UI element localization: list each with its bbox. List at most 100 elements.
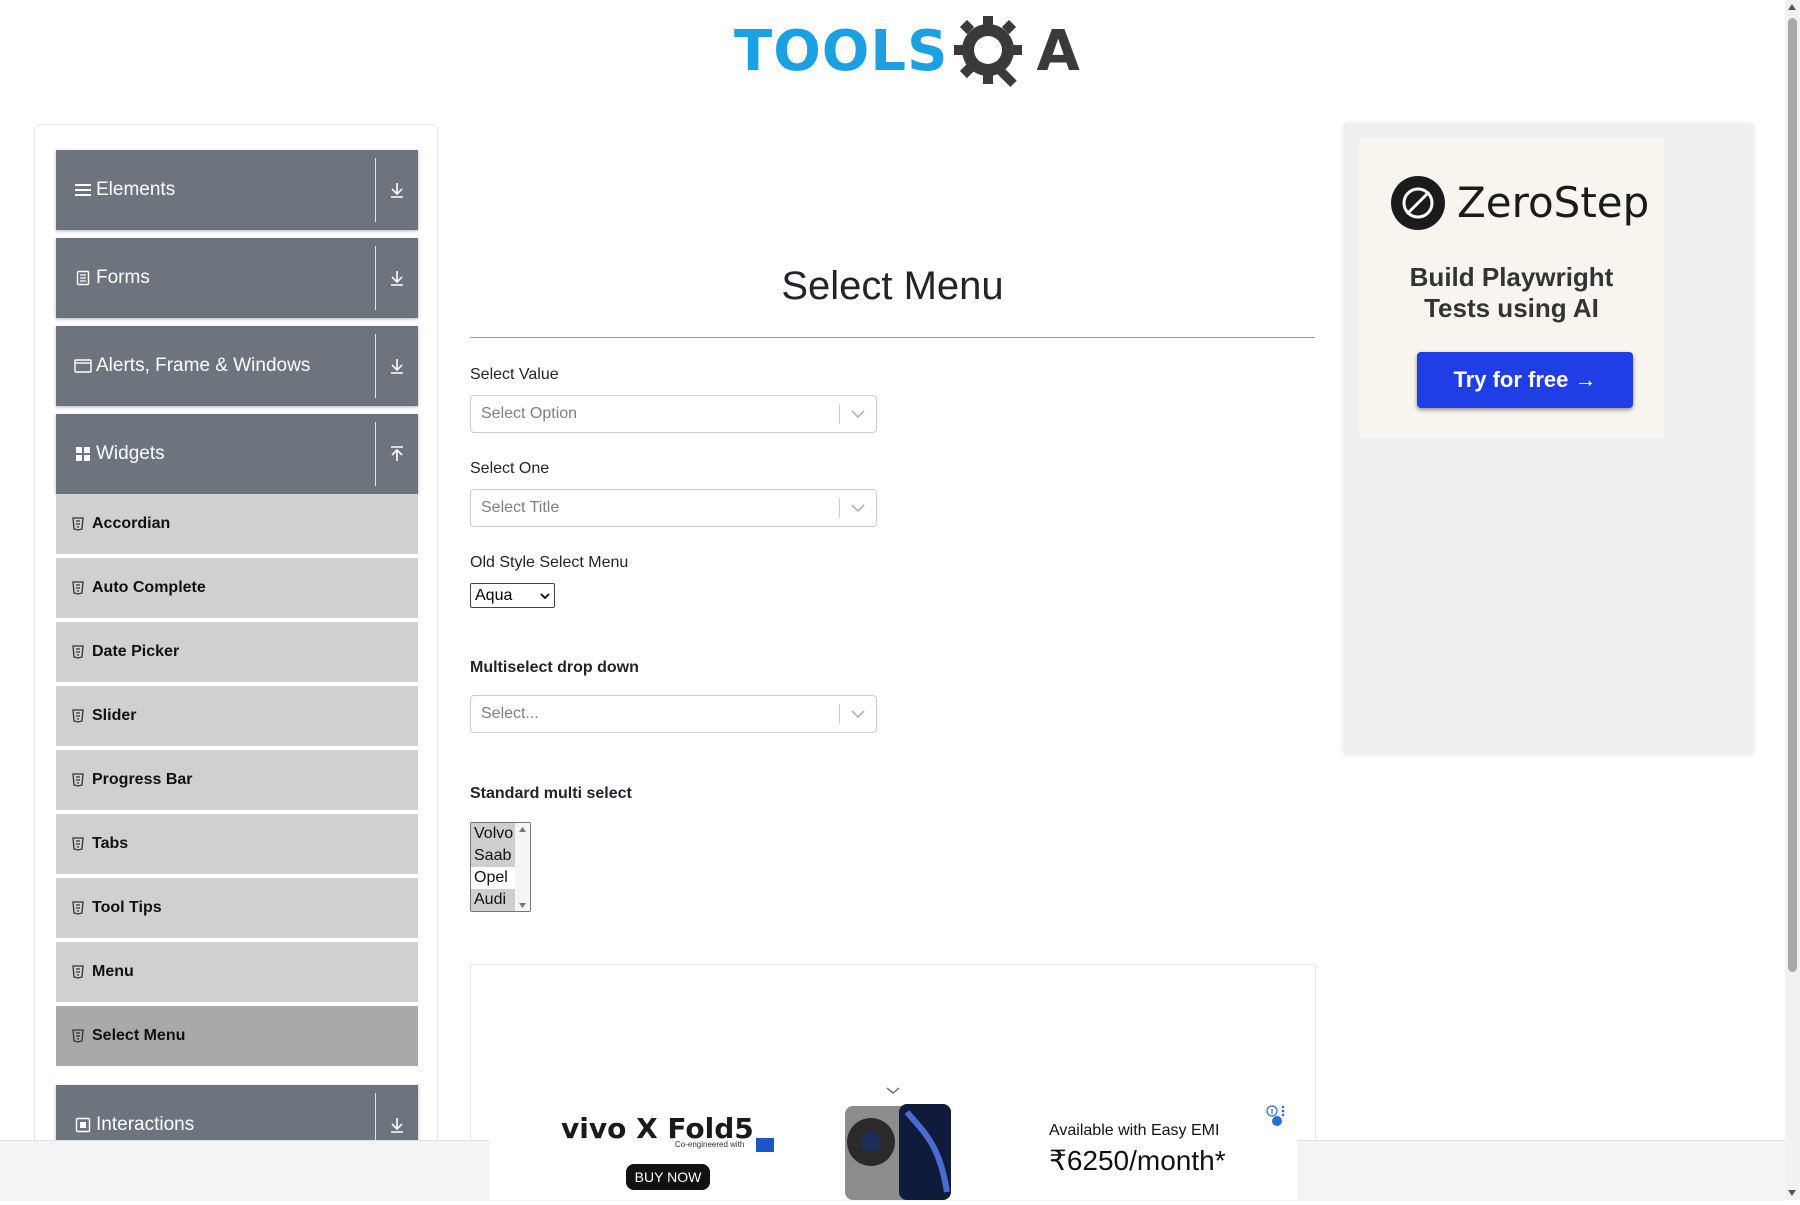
ad-brand: ZeroStep [1457,178,1650,227]
group-label: Interactions [96,1114,195,1135]
list-option[interactable]: Volvo [471,823,516,845]
listbox-scrollbar[interactable] [515,823,530,911]
ad-sub: Co-engineered with [675,1140,745,1149]
scroll-down-icon[interactable] [1788,1190,1796,1196]
ad-tagline-line1: Build Playwright [1409,262,1614,292]
chevron-down-icon[interactable] [840,709,876,719]
sidebar-item-label: Tabs [92,835,129,852]
download-arrow-icon[interactable] [385,326,409,406]
sidebar-item-select-menu[interactable]: Select Menu [56,1006,418,1068]
sidebar-item-label: Auto Complete [92,579,206,596]
ad-emi: Available with Easy EMI [1049,1122,1220,1139]
box-icon [74,1116,92,1134]
logo-text: TOOLS [734,19,949,84]
toolsqa-logo[interactable]: TOOLS A [734,14,1080,90]
standard-multi-label: Standard multi select [470,785,632,802]
buy-now-button[interactable]: BUY NOW [626,1164,710,1190]
divider [375,334,376,398]
download-arrow-icon[interactable] [385,238,409,318]
html5-icon [72,773,84,787]
group-label: Elements [96,179,176,200]
right-ad[interactable]: ZeroStep Build Playwright Tests using AI… [1344,124,1753,754]
select-value-dropdown[interactable]: Select Option [470,395,877,433]
select-one-dropdown[interactable]: Select Title [470,489,877,527]
window-icon [74,357,92,375]
list-option[interactable]: Opel [471,867,516,889]
group-forms[interactable]: Forms [56,238,418,318]
group-alerts-frame-windows[interactable]: Alerts, Frame & Windows [56,326,418,406]
sidebar-item-menu[interactable]: Menu [56,942,418,1004]
select-value-label: Select Value [470,366,559,383]
old-style-label: Old Style Select Menu [470,554,629,571]
sidebar-item-accordian[interactable]: Accordian [56,494,418,556]
page-title: Select Menu [781,264,1004,308]
multiselect-placeholder: Select... [481,705,539,722]
standard-multi-select[interactable]: Volvo Saab Opel Audi [470,822,531,912]
ad-price: ₹6250/month* [1049,1145,1226,1176]
title-divider [470,337,1315,338]
hamburger-icon [74,181,92,199]
download-arrow-icon[interactable] [385,150,409,230]
group-widgets[interactable]: Widgets [56,414,418,494]
old-style-select[interactable]: Aqua [470,583,555,608]
old-style-value: Aqua [475,586,513,604]
bottom-ad-banner[interactable]: vivo X Fold5 Co-engineered with BUY NOW … [489,1082,1297,1200]
html5-icon [72,517,84,531]
divider [375,246,376,310]
grid-icon [74,445,92,463]
ad-tagline: Build Playwright Tests using AI [1359,262,1664,324]
group-label: Widgets [96,443,165,464]
html5-icon [72,901,84,915]
sidebar-item-label: Slider [92,707,137,724]
sidebar-item-label: Select Menu [92,1027,186,1044]
sidebar-item-date-picker[interactable]: Date Picker [56,622,418,684]
zeiss-logo [756,1138,774,1152]
select-one-label: Select One [470,460,550,477]
ad-info-icon[interactable] [1265,1104,1287,1131]
zerostep-logo-icon [1391,176,1445,230]
ad-tagline-line2: Tests using AI [1424,293,1599,323]
phone-image [843,1102,953,1200]
sidebar-item-label: Progress Bar [92,771,193,788]
html5-icon [72,645,84,659]
right-ad-card: ZeroStep Build Playwright Tests using AI… [1359,138,1664,438]
group-label: Alerts, Frame & Windows [96,355,311,376]
multiselect-dropdown[interactable]: Select... [470,695,877,733]
sidebar-item-progress-bar[interactable]: Progress Bar [56,750,418,812]
list-option[interactable]: Audi [471,889,516,911]
chevron-down-icon [536,592,554,599]
group-elements[interactable]: Elements [56,150,418,230]
sidebar-item-slider[interactable]: Slider [56,686,418,748]
list-option[interactable]: Saab [471,845,516,867]
chevron-down-icon[interactable] [840,503,876,513]
scrollbar-thumb[interactable] [1788,18,1797,972]
html5-icon [72,837,84,851]
select-value-placeholder: Select Option [481,405,578,422]
sidebar-item-tool-tips[interactable]: Tool Tips [56,878,418,940]
html5-icon [72,581,84,595]
document-icon [74,269,92,287]
left-panel: Elements Forms Alerts, Frame & Windows W… [34,124,438,1200]
try-for-free-button[interactable]: Try for free → [1417,352,1633,408]
logo-a: A [1036,19,1080,84]
select-one-placeholder: Select Title [481,499,560,516]
divider [375,422,376,486]
multiselect-label: Multiselect drop down [470,659,639,676]
html5-icon [72,709,84,723]
sidebar-item-label: Date Picker [92,643,180,660]
sidebar-item-label: Tool Tips [92,899,162,916]
gear-magnifier-icon [952,14,1036,90]
sidebar-item-label: Accordian [92,515,171,532]
divider [375,158,376,222]
group-label: Forms [96,267,150,288]
sidebar-item-label: Menu [92,963,134,980]
sidebar-item-tabs[interactable]: Tabs [56,814,418,876]
page-scrollbar[interactable] [1785,0,1800,1200]
chevron-down-icon[interactable] [840,409,876,419]
chevron-down-icon[interactable] [886,1082,900,1100]
scroll-up-icon[interactable] [1788,4,1796,10]
sidebar-item-auto-complete[interactable]: Auto Complete [56,558,418,620]
html5-icon [72,1029,84,1043]
html5-icon [72,965,84,979]
upload-arrow-icon[interactable] [385,414,409,494]
